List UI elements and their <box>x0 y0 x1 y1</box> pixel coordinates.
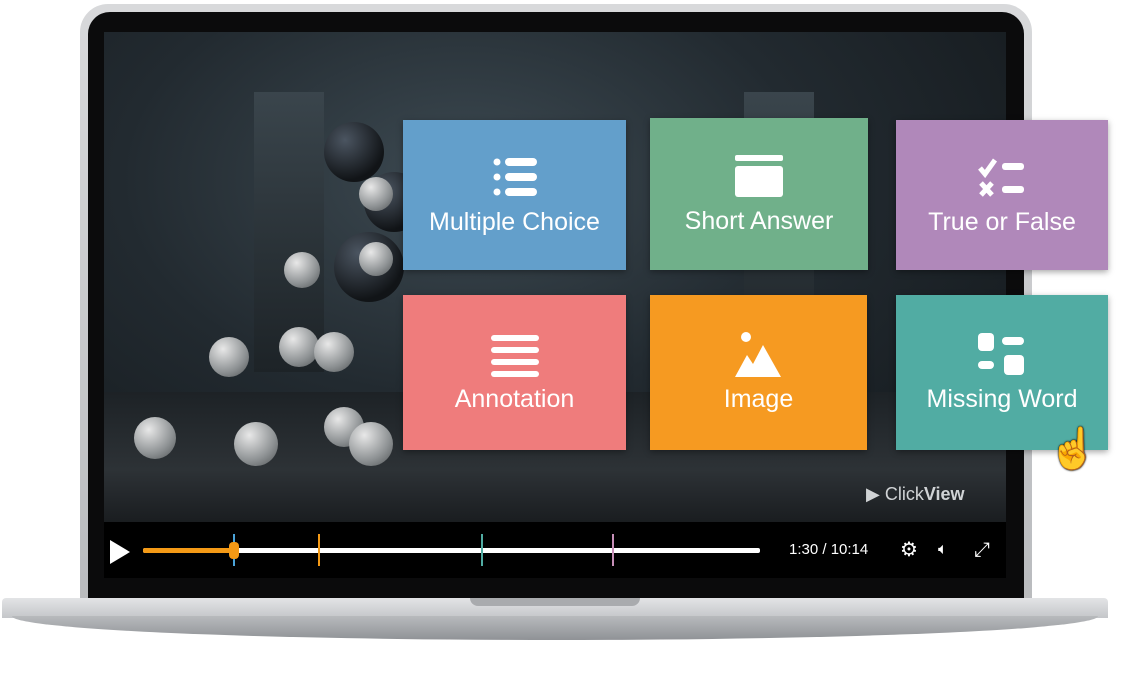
tile-short-answer[interactable]: Short Answer <box>650 118 868 270</box>
image-icon <box>734 332 781 377</box>
gear-icon[interactable]: ⚙ <box>900 536 918 564</box>
tile-label: Multiple Choice <box>429 207 600 236</box>
question-marker[interactable] <box>611 534 614 566</box>
sphere <box>359 177 393 211</box>
tile-label: True or False <box>928 207 1076 236</box>
progress-bar[interactable] <box>143 534 760 566</box>
logo-prefix: Click <box>884 484 924 504</box>
sphere <box>314 332 354 372</box>
tile-multiple-choice[interactable]: Multiple Choice <box>403 120 626 270</box>
check-cross-icon <box>978 158 1024 197</box>
sphere <box>349 422 393 466</box>
question-marker[interactable] <box>317 534 320 566</box>
list-icon <box>493 157 537 196</box>
progress-fill <box>143 548 234 553</box>
tile-label: Missing Word <box>926 385 1078 413</box>
laptop-notch <box>470 598 640 606</box>
sphere <box>284 252 320 288</box>
volume-icon[interactable]: 🔈︎ <box>938 536 948 564</box>
sphere <box>324 122 384 182</box>
missing-word-icon <box>978 333 1024 375</box>
tile-label: Short Answer <box>684 206 834 235</box>
tile-label: Annotation <box>454 385 575 413</box>
laptop-base-bottom <box>12 616 1098 640</box>
sphere <box>134 417 176 459</box>
tile-label: Image <box>723 385 794 413</box>
tile-true-or-false[interactable]: True or False <box>896 120 1108 270</box>
lines-icon <box>490 335 539 377</box>
tile-image[interactable]: Image <box>650 295 867 450</box>
hand-cursor-icon: ☝ <box>1048 427 1098 471</box>
play-icon[interactable] <box>110 540 130 564</box>
sphere <box>279 327 319 367</box>
logo-suffix: View <box>923 484 965 504</box>
tile-annotation[interactable]: Annotation <box>403 295 626 450</box>
question-marker[interactable] <box>480 534 483 566</box>
text-box-icon <box>735 154 783 197</box>
sphere <box>209 337 249 377</box>
sphere <box>359 242 393 276</box>
sphere <box>234 422 278 466</box>
clickview-logo: ▶ ClickView <box>866 484 965 504</box>
player-controls: 1:30 / 10:14 ⚙ 🔈︎ ⤢ <box>104 522 1006 578</box>
fullscreen-icon[interactable]: ⤢ <box>974 536 990 564</box>
time-display: 1:30 / 10:14 <box>789 541 869 558</box>
progress-handle[interactable] <box>228 542 239 559</box>
